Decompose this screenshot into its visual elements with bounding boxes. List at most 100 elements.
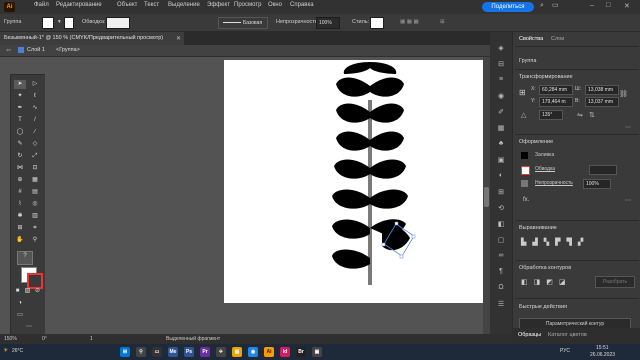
menu-window[interactable]: Окно — [268, 2, 282, 8]
fill-label[interactable]: Заливка — [535, 152, 554, 158]
task-view-icon[interactable]: ▭ — [152, 347, 162, 357]
ellipse-tool-icon[interactable]: ◯ — [14, 128, 26, 137]
shape-builder-icon[interactable]: ⊕ — [14, 176, 26, 185]
gradient-tool-icon[interactable]: ▤ — [29, 188, 41, 197]
scale-tool-icon[interactable]: ⤢ — [29, 152, 41, 161]
br-app-icon[interactable]: Br — [296, 347, 306, 357]
chevron-down-icon[interactable]: ▾ — [58, 19, 61, 25]
width-field[interactable]: 13,038 mm — [585, 85, 619, 95]
start-icon[interactable]: ⊞ — [120, 347, 130, 357]
graph-tool-icon[interactable]: ▥ — [29, 212, 41, 221]
menu-effect[interactable]: Эффект — [207, 2, 230, 8]
opacity-field[interactable]: 100% — [583, 179, 611, 189]
free-transform-icon[interactable]: ⊡ — [29, 164, 41, 173]
rotate-tool-icon[interactable]: ↻ — [14, 152, 26, 161]
pathfinder-icon[interactable]: ◧ — [495, 220, 507, 230]
zoom-tool-icon[interactable]: ⚲ — [29, 236, 41, 245]
stroke-style-dropdown[interactable]: Базовая — [218, 17, 268, 29]
eyedropper-icon[interactable]: ⌇ — [14, 200, 26, 209]
workspace-icon[interactable]: ▭ — [552, 1, 559, 9]
help-icon[interactable]: ? — [17, 251, 33, 265]
opacity-label[interactable]: Непрозрачность — [535, 180, 573, 186]
stroke-swatch-icon[interactable] — [521, 166, 530, 175]
gradient-mode-icon[interactable]: ▧ — [23, 287, 32, 296]
link-proportions-icon[interactable]: ⛓ — [619, 90, 628, 98]
zoom-level[interactable]: 150% — [4, 336, 17, 342]
browser-icon[interactable]: ◉ — [248, 347, 258, 357]
close-tab-icon[interactable]: ✕ — [176, 35, 181, 42]
stroke-weight-field[interactable] — [106, 17, 130, 29]
style-swatch[interactable] — [370, 17, 384, 29]
id-app-icon[interactable]: Id — [280, 347, 290, 357]
reference-point-icon[interactable]: ⊞ — [519, 88, 526, 97]
pen-tool-icon[interactable]: ✒ — [14, 104, 26, 113]
x-field[interactable]: 60,284 mm — [539, 85, 573, 95]
scrollbar-thumb[interactable] — [484, 187, 489, 207]
media-app-icon[interactable]: Me — [168, 347, 178, 357]
ai-app-icon[interactable]: Ai — [264, 347, 274, 357]
swatches-icon[interactable]: ▦ — [495, 124, 507, 134]
opacity-field[interactable]: 100% — [316, 17, 340, 29]
ps-app-icon[interactable]: Ps — [184, 347, 194, 357]
back-arrow-icon[interactable]: ⇦ — [6, 47, 11, 54]
more-tools-icon[interactable]: ⋯ — [23, 323, 35, 332]
tab-color-guide[interactable]: Каталог цветов — [548, 332, 587, 338]
libraries-icon[interactable]: ⊟ — [495, 60, 507, 70]
color-mode-icon[interactable]: ■ — [13, 287, 22, 296]
telegram-icon[interactable]: ✈ — [216, 347, 226, 357]
tab-swatches[interactable]: Образцы — [518, 332, 541, 338]
menu-text[interactable]: Текст — [144, 2, 159, 8]
none-mode-icon[interactable]: ⊘ — [33, 287, 42, 296]
symbol-sprayer-icon[interactable]: ✱ — [14, 212, 26, 221]
rotation-value[interactable]: 0° — [42, 336, 47, 342]
brush-tool-icon[interactable]: ∕ — [29, 128, 41, 137]
minimize-icon[interactable]: – — [590, 2, 594, 9]
menu-edit[interactable]: Редактирование — [56, 2, 102, 8]
clock-date[interactable]: 26.06.2023 — [590, 352, 615, 358]
tab-layers[interactable]: Слои — [551, 36, 564, 42]
menu-object[interactable]: Объект — [117, 2, 137, 8]
share-button[interactable]: Поделиться — [482, 2, 534, 12]
stroke-panel-icon[interactable]: ☰ — [495, 300, 507, 310]
blend-tool-icon[interactable]: ◎ — [29, 200, 41, 209]
draw-mode-icon[interactable]: ◑ — [14, 299, 26, 308]
symbols-icon[interactable]: ♣ — [495, 140, 507, 150]
expand-button[interactable]: Разобрать — [595, 276, 635, 288]
layers-icon[interactable]: ◈ — [495, 44, 507, 54]
breadcrumb-group[interactable]: <Группа> — [56, 47, 80, 53]
menu-view[interactable]: Просмотр — [234, 2, 261, 8]
properties-icon[interactable]: ≡ — [495, 76, 507, 86]
transform-icon[interactable]: ⟲ — [495, 204, 507, 214]
type-icon[interactable]: ¶ — [495, 268, 507, 278]
flip-horizontal-icon[interactable]: ⇋ — [577, 111, 583, 119]
more-options-icon[interactable]: ⋯ — [625, 124, 631, 131]
align-icons[interactable]: ▦ ▦ ▦ — [400, 19, 419, 25]
hand-tool-icon[interactable]: ✋ — [14, 236, 26, 245]
perspective-icon[interactable]: ▦ — [29, 176, 41, 185]
menu-file[interactable]: Файл — [34, 2, 49, 8]
maximize-icon[interactable]: □ — [606, 2, 610, 9]
width-tool-icon[interactable]: ⋈ — [14, 164, 26, 173]
selection-tool-icon[interactable]: ➤ — [14, 80, 26, 89]
slice-tool-icon[interactable]: ⌗ — [29, 224, 41, 233]
pr-app-icon[interactable]: Pr — [200, 347, 210, 357]
flip-vertical-icon[interactable]: ⇅ — [589, 111, 595, 119]
transform-icon[interactable]: ⊞ — [440, 19, 445, 25]
stroke-label[interactable]: Обводка — [535, 166, 555, 172]
glyphs-icon[interactable]: Ω — [495, 284, 507, 294]
direct-selection-icon[interactable]: ▷ — [29, 80, 41, 89]
artboards-icon[interactable]: ▢ — [495, 236, 507, 246]
align-icon[interactable]: ⊞ — [495, 188, 507, 198]
search-icon[interactable]: ⌕ — [540, 2, 544, 10]
artboard-tool-icon[interactable]: ⊞ — [14, 224, 26, 233]
app-logo-icon[interactable]: Ai — [4, 2, 15, 12]
line-tool-icon[interactable]: / — [29, 116, 41, 125]
menu-help[interactable]: Справка — [290, 2, 314, 8]
artboard-number[interactable]: 1 — [90, 336, 93, 342]
color-icon[interactable]: ◉ — [495, 92, 507, 102]
mesh-tool-icon[interactable]: # — [14, 188, 26, 197]
links-icon[interactable]: ∞ — [495, 252, 507, 262]
shaper-tool-icon[interactable]: ✎ — [14, 140, 26, 149]
screen-mode-icon[interactable]: ▭ — [14, 311, 26, 320]
close-icon[interactable]: ✕ — [624, 2, 630, 10]
